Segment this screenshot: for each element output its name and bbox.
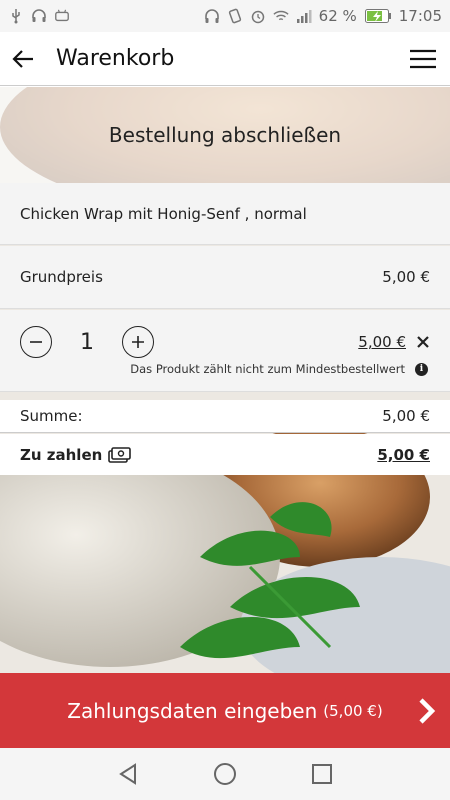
circle-home-icon: [213, 763, 236, 785]
min-order-hint: Das Produkt zählt nicht zum Mindestbeste…: [130, 362, 428, 376]
battery-percent: 62 %: [318, 7, 357, 25]
pay-button-amount: (5,00 €): [323, 701, 383, 720]
line-total[interactable]: 5,00 €: [358, 333, 406, 351]
usb-icon: [8, 8, 24, 24]
nav-recents-button[interactable]: [308, 760, 336, 788]
battery-charging-icon: [364, 8, 392, 24]
pay-button-label: Zahlungsdaten eingeben: [67, 698, 318, 723]
sum-value: 5,00 €: [382, 407, 430, 425]
page-title: Warenkorb: [56, 46, 175, 71]
to-pay-value: 5,00 €: [377, 445, 430, 464]
min-order-hint-text: Das Produkt zählt nicht zum Mindestbeste…: [130, 362, 405, 376]
triangle-back-icon: [119, 763, 137, 785]
vibrate-icon: [227, 8, 243, 24]
app-bar: Warenkorb: [0, 32, 450, 86]
plus-icon: [132, 336, 144, 348]
increase-quantity-button[interactable]: [122, 326, 154, 358]
arrow-left-icon: [12, 49, 33, 68]
product-row: Chicken Wrap mit Honig-Senf , normal: [0, 183, 450, 245]
section-heading: Bestellung abschließen: [0, 87, 450, 183]
nav-back-button[interactable]: [114, 760, 142, 788]
chevron-right-icon: [419, 698, 436, 724]
headset-icon: [31, 8, 47, 24]
quantity-row: 1 5,00 € Das Produkt zählt nicht zum Min…: [0, 310, 450, 392]
hamburger-menu-icon: [410, 49, 436, 68]
quantity-value: 1: [80, 329, 94, 355]
cash-icon: [108, 446, 132, 463]
quantity-stepper: 1: [20, 326, 154, 358]
wifi-icon: [273, 8, 289, 24]
sum-label: Summe:: [20, 407, 83, 425]
decrease-quantity-button[interactable]: [20, 326, 52, 358]
android-debug-icon: [54, 8, 70, 24]
system-navigation-bar: [0, 748, 450, 800]
to-pay-row: Zu zahlen 5,00 €: [0, 434, 450, 475]
base-price-value: 5,00 €: [382, 268, 430, 286]
info-icon[interactable]: i: [415, 362, 428, 376]
minus-icon: [30, 341, 42, 343]
alarm-icon: [250, 8, 266, 24]
menu-button[interactable]: [396, 32, 450, 86]
base-price-row: Grundpreis 5,00 €: [0, 246, 450, 309]
sum-row: Summe: 5,00 €: [0, 400, 450, 433]
clock: 17:05: [398, 7, 442, 25]
enter-payment-button[interactable]: Zahlungsdaten eingeben (5,00 €): [0, 673, 450, 748]
status-bar: 62 % 17:05: [0, 0, 450, 32]
base-price-label: Grundpreis: [20, 268, 103, 286]
close-icon: [417, 336, 429, 348]
back-button[interactable]: [0, 32, 46, 86]
headphones-icon: [204, 8, 220, 24]
product-name: Chicken Wrap mit Honig-Senf , normal: [20, 204, 307, 223]
to-pay-label: Zu zahlen: [20, 445, 103, 464]
signal-icon: [296, 8, 312, 24]
nav-home-button[interactable]: [211, 760, 239, 788]
remove-item-button[interactable]: [416, 334, 432, 350]
square-recents-icon: [311, 764, 332, 784]
